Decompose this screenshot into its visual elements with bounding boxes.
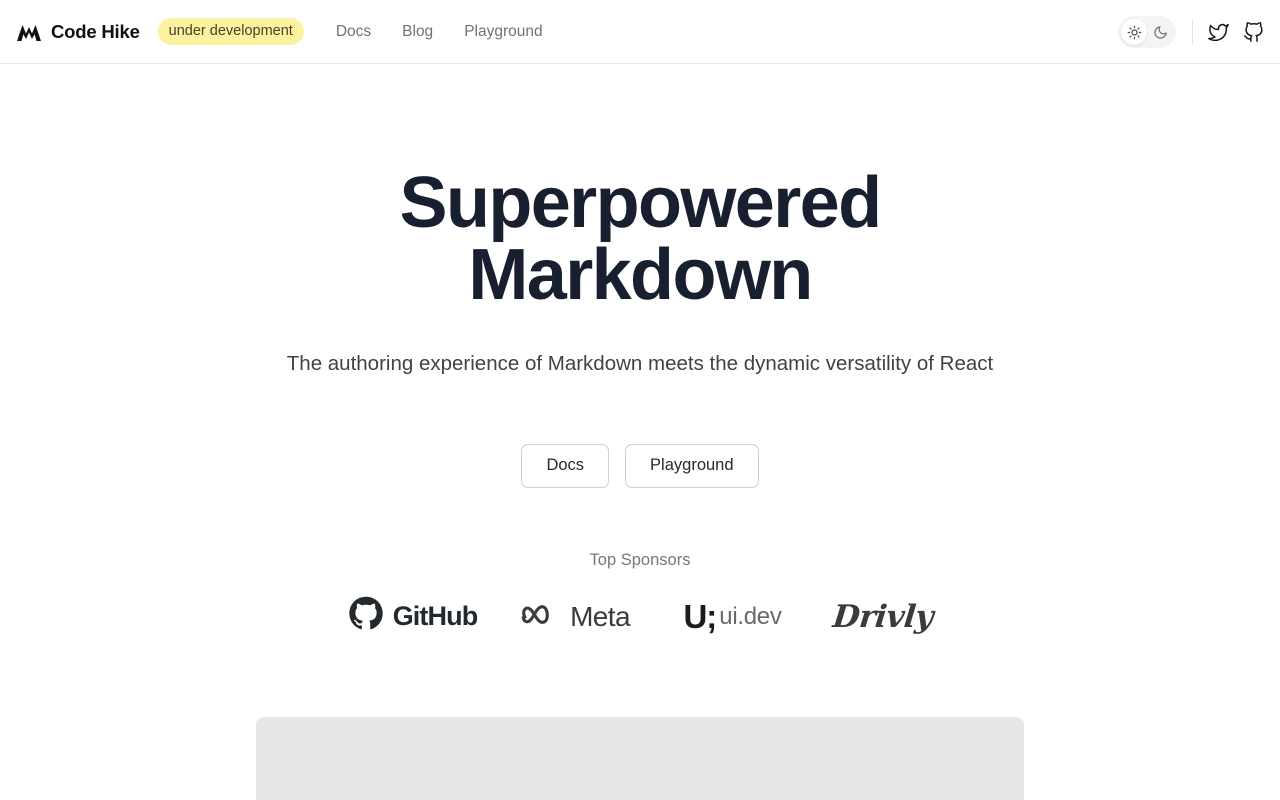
theme-dark-option[interactable] xyxy=(1147,19,1173,45)
sponsor-meta-wordmark: Meta xyxy=(570,600,630,632)
sponsor-meta[interactable]: Meta xyxy=(498,591,653,643)
docs-button[interactable]: Docs xyxy=(521,443,610,488)
sponsor-drivly-wordmark: Drivly xyxy=(830,598,935,635)
nav-item-docs[interactable]: Docs xyxy=(336,23,371,41)
brand-name: Code Hike xyxy=(51,20,140,42)
sponsor-drivly[interactable]: Drivly xyxy=(813,591,953,643)
meta-infinity-icon xyxy=(520,601,562,632)
twitter-link[interactable] xyxy=(1208,22,1229,43)
page-title-line-1: Superpowered xyxy=(399,163,883,243)
brand-home-link[interactable]: Code Hike xyxy=(16,21,140,43)
sun-icon xyxy=(1127,25,1142,40)
primary-nav: Docs Blog Playground xyxy=(336,23,543,41)
cta-button-group: Docs Playground xyxy=(0,443,1280,488)
site-header: Code Hike under development Docs Blog Pl… xyxy=(0,0,1280,64)
page-subtitle: The authoring experience of Markdown mee… xyxy=(286,352,994,375)
sponsor-logo-row: GitHub Meta U; ui.dev Drivly xyxy=(0,591,1280,643)
sponsors-heading: Top Sponsors xyxy=(589,550,691,569)
page-title-line-2: Markdown xyxy=(468,235,813,315)
twitter-icon xyxy=(1208,22,1229,43)
nav-item-playground[interactable]: Playground xyxy=(464,23,542,41)
page-title: Superpowered Markdown xyxy=(330,167,950,311)
github-icon xyxy=(1243,21,1264,43)
header-left-group: Code Hike under development Docs Blog Pl… xyxy=(0,17,543,46)
mountain-logo-icon xyxy=(16,21,42,43)
hero-section: Superpowered Markdown The authoring expe… xyxy=(0,167,1280,643)
github-octocat-icon xyxy=(348,596,384,637)
status-badge: under development xyxy=(157,17,304,46)
header-right-group xyxy=(1118,0,1264,64)
playground-button[interactable]: Playground xyxy=(625,443,759,488)
preview-panel-placeholder xyxy=(256,717,1024,800)
sponsor-github-wordmark: GitHub xyxy=(392,601,478,632)
theme-light-option[interactable] xyxy=(1121,19,1147,45)
social-links xyxy=(1208,21,1264,43)
nav-item-blog[interactable]: Blog xyxy=(402,23,433,41)
moon-icon xyxy=(1153,25,1168,40)
sponsor-uidev-wordmark: ui.dev xyxy=(719,602,782,630)
theme-toggle[interactable] xyxy=(1118,16,1176,48)
sponsor-github[interactable]: GitHub xyxy=(328,591,498,643)
uidev-mark: U; xyxy=(683,598,717,636)
sponsor-uidev[interactable]: U; ui.dev xyxy=(653,591,813,643)
header-divider xyxy=(1192,19,1193,45)
github-link[interactable] xyxy=(1243,21,1264,43)
